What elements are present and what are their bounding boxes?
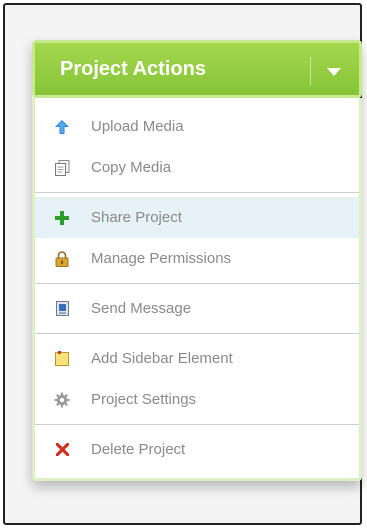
menu-divider bbox=[35, 192, 359, 193]
menu-divider bbox=[35, 283, 359, 284]
menu-divider bbox=[35, 333, 359, 334]
lock-icon bbox=[54, 250, 70, 267]
copy-document-icon bbox=[54, 159, 70, 176]
note-icon bbox=[54, 351, 70, 367]
menu-item-label: Delete Project bbox=[91, 441, 186, 458]
menu-item-delete-project[interactable]: Delete Project bbox=[35, 429, 359, 470]
panel-frame: Project Actions Upload Media Copy Media … bbox=[3, 3, 362, 525]
header-divider bbox=[310, 57, 311, 85]
menu-item-copy-media[interactable]: Copy Media bbox=[35, 147, 359, 188]
menu-group-settings: Add Sidebar Element Project Settings bbox=[35, 336, 359, 422]
menu-item-upload-media[interactable]: Upload Media bbox=[35, 106, 359, 147]
menu-item-label: Copy Media bbox=[91, 159, 172, 176]
dropdown-title: Project Actions bbox=[60, 57, 206, 80]
gear-icon bbox=[54, 392, 70, 408]
green-plus-icon bbox=[54, 210, 70, 226]
menu-item-add-sidebar-element[interactable]: Add Sidebar Element bbox=[35, 338, 359, 379]
menu-group-messaging: Send Message bbox=[35, 286, 359, 331]
project-actions-dropdown: Project Actions Upload Media Copy Media … bbox=[32, 40, 362, 481]
menu-item-label: Project Settings bbox=[91, 391, 197, 408]
menu-item-label: Send Message bbox=[91, 300, 192, 317]
menu-item-label: Manage Permissions bbox=[91, 250, 232, 267]
menu-group-sharing: Share Project Manage Permissions bbox=[35, 195, 359, 281]
upload-arrow-icon bbox=[54, 119, 70, 135]
message-card-icon bbox=[54, 301, 70, 317]
menu-item-label: Add Sidebar Element bbox=[91, 350, 233, 367]
menu-group-media: Upload Media Copy Media bbox=[35, 104, 359, 190]
menu-item-label: Upload Media bbox=[91, 118, 184, 135]
actions-menu: Upload Media Copy Media Share Project Ma… bbox=[32, 98, 362, 481]
menu-divider bbox=[35, 424, 359, 425]
menu-item-label: Share Project bbox=[91, 209, 182, 226]
menu-item-send-message[interactable]: Send Message bbox=[35, 288, 359, 329]
menu-item-manage-permissions[interactable]: Manage Permissions bbox=[35, 238, 359, 279]
menu-group-danger: Delete Project bbox=[35, 427, 359, 472]
red-x-icon bbox=[54, 442, 70, 458]
chevron-down-icon[interactable] bbox=[321, 63, 347, 81]
menu-item-share-project[interactable]: Share Project bbox=[35, 197, 359, 238]
project-actions-button[interactable]: Project Actions bbox=[32, 40, 362, 98]
menu-item-project-settings[interactable]: Project Settings bbox=[35, 379, 359, 420]
